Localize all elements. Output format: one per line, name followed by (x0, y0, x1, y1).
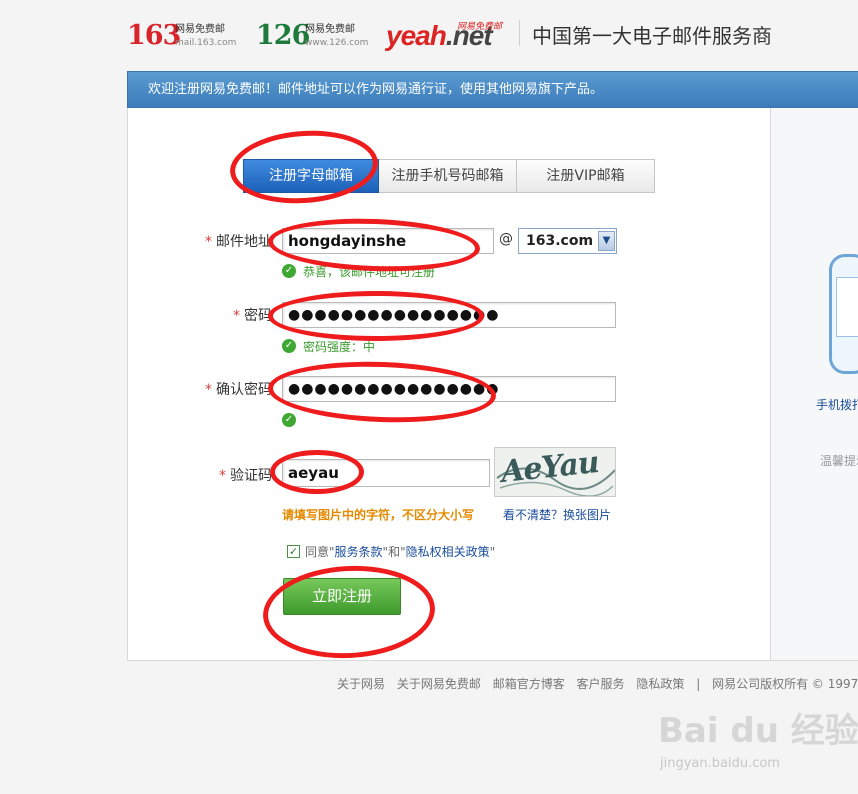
email-input[interactable]: hongdayinshe (282, 228, 494, 254)
logo-126-label: 网易免费邮 (305, 24, 355, 35)
tab-mobile-email[interactable]: 注册手机号码邮箱 (379, 159, 517, 193)
email-label: * 邮件地址 (180, 231, 272, 251)
footer-links: 关于网易 关于网易免费邮 邮箱官方博客 客户服务 隐私政策 | 网易公司版权所有… (337, 675, 858, 692)
welcome-bar: 欢迎注册网易免费邮！邮件地址可以作为网易通行证，使用其他网易旗下产品。 (127, 71, 858, 108)
logo-163-label: 网易免费邮 (175, 24, 225, 35)
captcha-image[interactable]: AeYau (494, 447, 616, 497)
tab-letter-email[interactable]: 注册字母邮箱 (243, 159, 379, 193)
footer-privacy[interactable]: 隐私政策 (636, 677, 684, 691)
logo-yeah-main: yeah (386, 20, 447, 51)
baidu-watermark-url: jingyan.baidu.com (660, 756, 780, 771)
privacy-link[interactable]: 隐私权相关政策 (406, 545, 490, 559)
check-icon: ✓ (282, 413, 296, 427)
side-tip-text: 温馨提示 (820, 454, 858, 468)
logo-126-number: 126 (256, 20, 310, 51)
password-label-text: 密码 (244, 308, 272, 324)
footer-about-netease[interactable]: 关于网易 (337, 677, 385, 691)
confirm-password-input[interactable]: ●●●●●●●●●●●●●●●● (282, 376, 616, 402)
tab-vip-email[interactable]: 注册VIP邮箱 (516, 159, 655, 193)
footer-service[interactable]: 客户服务 (577, 677, 625, 691)
header-divider (519, 20, 520, 46)
terms-link[interactable]: 服务条款 (335, 545, 383, 559)
captcha-hint: 请填写图片中的字符，不区分大小写 (282, 508, 475, 522)
logo-163-url: mail.163.com (175, 38, 237, 48)
required-mark: * (205, 234, 212, 250)
at-sign: @ (499, 231, 513, 247)
email-hint: 恭喜，该邮件地址可注册 (303, 265, 436, 279)
logo-yeah-small: 网易免费邮 (457, 22, 503, 32)
agree-prefix: 同意" (305, 545, 335, 559)
captcha-label: * 验证码 (180, 465, 272, 485)
register-button[interactable]: 立即注册 (283, 578, 401, 615)
confirm-password-label: * 确认密码 (180, 379, 272, 399)
agree-mid: "和" (382, 545, 406, 559)
agree-text: 同意"服务条款"和"隐私权相关政策" (305, 543, 495, 560)
domain-select-value: 163.com (526, 233, 594, 249)
side-phone-text[interactable]: 手机拨打 (816, 396, 858, 413)
captcha-label-text: 验证码 (230, 468, 272, 484)
header-logos: 163 网易免费邮 mail.163.com 126 网易免费邮 www.126… (127, 18, 787, 54)
check-icon: ✓ (282, 339, 296, 353)
agree-suffix: " (489, 545, 496, 559)
baidu-watermark: Bai du 经验 (658, 711, 858, 751)
required-mark: * (233, 308, 240, 324)
header-slogan: 中国第一大电子邮件服务商 (532, 24, 772, 48)
required-mark: * (219, 468, 226, 484)
footer-blog[interactable]: 邮箱官方博客 (493, 677, 565, 691)
captcha-input[interactable]: aeyau (282, 459, 490, 487)
agree-checkbox[interactable]: ✓ (287, 545, 300, 558)
chevron-down-icon[interactable]: ▼ (598, 231, 615, 251)
footer-copyright: 网易公司版权所有 © 1997-20 (712, 677, 858, 691)
domain-select[interactable]: 163.com ▼ (518, 228, 617, 254)
footer-about-mail[interactable]: 关于网易免费邮 (397, 677, 481, 691)
phone-icon (829, 254, 858, 374)
password-input[interactable]: ●●●●●●●●●●●●●●●● (282, 302, 616, 328)
refresh-captcha-link[interactable]: 看不清楚？换张图片 (503, 506, 611, 523)
logo-163-number: 163 (127, 20, 181, 51)
logo-126-url: www.126.com (305, 38, 369, 48)
password-label: * 密码 (180, 305, 272, 325)
phone-screen (836, 277, 858, 337)
password-strength-hint: 密码强度：中 (303, 340, 376, 354)
footer-separator: | (696, 677, 701, 691)
confirm-password-label-text: 确认密码 (216, 382, 272, 398)
side-panel (771, 108, 858, 661)
check-icon: ✓ (282, 264, 296, 278)
email-label-text: 邮件地址 (216, 234, 272, 250)
required-mark: * (205, 382, 212, 398)
